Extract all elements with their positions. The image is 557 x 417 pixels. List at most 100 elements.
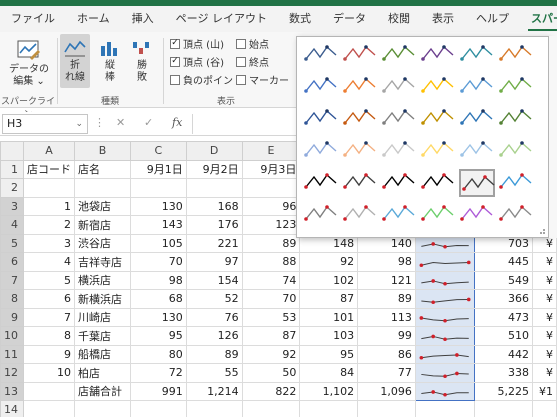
cell-b[interactable]: 船橋店 [74,344,131,364]
cell-h[interactable] [414,270,476,290]
cell-f[interactable]: 84 [299,363,359,383]
row-header[interactable]: 9 [0,307,24,327]
cell-j[interactable]: ¥ [531,289,557,309]
cell-h[interactable] [414,381,476,401]
cell-c[interactable]: 105 [129,233,187,253]
row-header[interactable]: 8 [0,289,24,309]
sparkline-style-option[interactable] [459,137,495,165]
cell-j[interactable]: ¥ [531,326,557,346]
ribbon-tab[interactable]: 数式 [278,6,322,32]
winloss-type-button[interactable]: 勝 敗 [128,38,156,84]
column-header[interactable]: B [74,141,131,161]
cell-a[interactable]: 6 [23,289,75,309]
cell-e[interactable]: 74 [241,270,301,290]
cell-j[interactable] [531,400,557,417]
cell-e[interactable]: 96 [241,196,301,216]
cell-e[interactable]: 87 [241,326,301,346]
cell-c[interactable] [129,400,187,417]
sparkline-style-option[interactable] [381,41,417,69]
sparkline-style-option[interactable] [303,73,339,101]
column-header[interactable]: C [129,141,187,161]
cell-j[interactable]: ¥ [531,252,557,272]
ribbon-tab[interactable]: データ [322,6,377,32]
cell-g[interactable]: 98 [357,252,416,272]
row-header[interactable]: 10 [0,326,24,346]
cell-d[interactable]: 52 [185,289,243,309]
cell-d[interactable]: 221 [185,233,243,253]
cell-e[interactable]: 53 [241,307,301,327]
ribbon-tab[interactable]: 挿入 [121,6,165,32]
cell-b[interactable] [74,400,131,417]
cell-a[interactable]: 店コード [23,159,75,179]
cell-a[interactable]: 7 [23,307,75,327]
sparkline-style-option[interactable] [459,41,495,69]
row-header[interactable]: 14 [0,400,24,417]
cell-b[interactable]: 店舗合計 [74,381,131,401]
row-header[interactable]: 2 [0,178,24,198]
cell-d[interactable]: 126 [185,326,243,346]
sparkline-style-option[interactable] [420,201,456,229]
sparkline-style-option[interactable] [342,137,378,165]
sparkline-style-option[interactable] [342,169,378,197]
cancel-icon[interactable]: ✕ [116,116,125,129]
cell-f[interactable] [299,400,359,417]
cell-a[interactable]: 8 [23,326,75,346]
cell-i[interactable]: 5,225 [474,381,533,401]
cell-b[interactable]: 千葉店 [74,326,131,346]
cell-e[interactable] [241,178,301,198]
cell-i[interactable]: 366 [474,289,533,309]
sparkline-style-option[interactable] [420,73,456,101]
cell-c[interactable]: 98 [129,270,187,290]
row-header[interactable]: 13 [0,381,24,401]
sparkline-style-option[interactable] [498,169,534,197]
cell-g[interactable]: 89 [357,289,416,309]
cell-d[interactable]: 9月2日 [185,159,243,179]
sparkline-style-option[interactable] [381,201,417,229]
row-header[interactable]: 7 [0,270,24,290]
first-point-checkbox[interactable]: 始点 [236,36,269,51]
edit-data-button[interactable]: データの 編集 ⌄ [8,38,50,88]
cell-g[interactable]: 113 [357,307,416,327]
sparkline-style-option[interactable] [420,105,456,133]
ribbon-tab[interactable]: ホーム [66,6,121,32]
select-all-corner[interactable] [0,141,24,161]
ribbon-tab[interactable]: スパークライン [520,6,557,32]
sparkline-style-option[interactable] [303,41,339,69]
sparkline-style-option[interactable] [498,137,534,165]
cell-h[interactable] [414,307,476,327]
cell-h[interactable] [414,344,476,364]
cell-d[interactable]: 1,214 [185,381,243,401]
sparkline-style-option[interactable] [342,105,378,133]
cell-e[interactable] [241,400,301,417]
cell-h[interactable] [414,326,476,346]
cell-b[interactable]: 渋谷店 [74,233,131,253]
sparkline-style-option[interactable] [342,73,378,101]
cell-f[interactable]: 1,102 [299,381,359,401]
sparkline-style-option[interactable] [420,137,456,165]
cell-e[interactable]: 92 [241,344,301,364]
cell-a[interactable] [23,178,75,198]
cell-a[interactable]: 9 [23,344,75,364]
sparkline-style-option[interactable] [420,169,456,197]
high-point-checkbox[interactable]: ✓ 頂点 (山) [170,36,224,51]
cell-d[interactable]: 154 [185,270,243,290]
sparkline-style-option[interactable] [381,137,417,165]
row-header[interactable]: 11 [0,344,24,364]
cell-c[interactable]: 9月1日 [129,159,187,179]
sparkline-style-option[interactable] [498,73,534,101]
cell-c[interactable]: 991 [129,381,187,401]
cell-j[interactable]: ¥ [531,344,557,364]
name-box-dropdown-icon[interactable]: ⌄ [75,115,83,133]
cell-h[interactable] [414,289,476,309]
enter-icon[interactable]: ✓ [144,116,153,129]
sparkline-style-option[interactable] [303,137,339,165]
column-header[interactable]: D [185,141,243,161]
last-point-checkbox[interactable]: 終点 [236,54,269,69]
cell-d[interactable]: 89 [185,344,243,364]
cell-d[interactable]: 97 [185,252,243,272]
low-point-checkbox[interactable]: ✓ 頂点 (谷) [170,54,224,69]
cell-f[interactable]: 87 [299,289,359,309]
sparkline-style-option[interactable] [342,41,378,69]
cell-b[interactable]: 川崎店 [74,307,131,327]
cell-a[interactable] [23,381,75,401]
